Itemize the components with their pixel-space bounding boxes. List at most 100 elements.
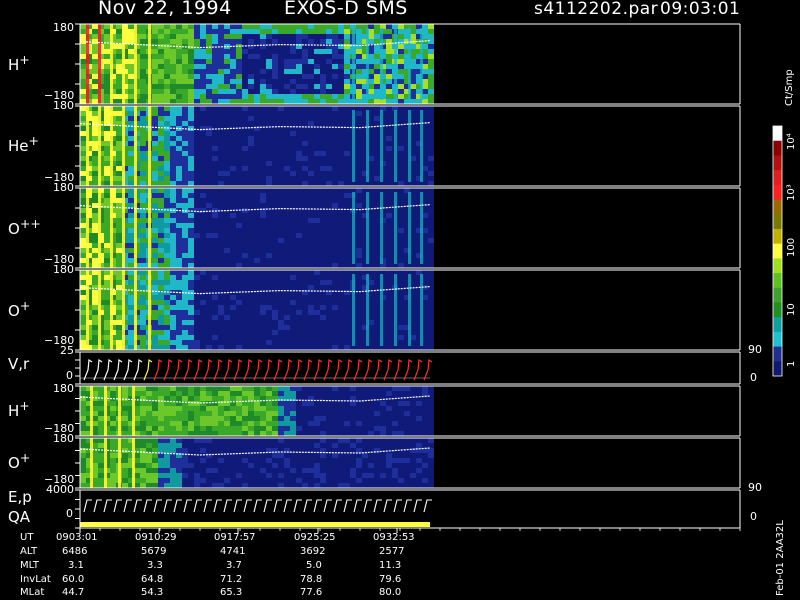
spectrogram-cell xyxy=(242,233,248,238)
spectrogram-cell xyxy=(266,171,272,176)
spectrogram-cell xyxy=(152,223,158,228)
spectrogram-cell xyxy=(320,24,326,29)
spectrogram-cell xyxy=(272,121,278,126)
spectrogram-cell xyxy=(386,300,392,305)
spectrogram-cell xyxy=(218,275,224,280)
spectrogram-cell xyxy=(374,203,380,208)
spectrogram-cell xyxy=(284,416,290,421)
spectrogram-cell xyxy=(164,270,170,275)
spectrogram-cell xyxy=(218,330,224,335)
spectrogram-cell xyxy=(398,248,404,253)
spectrogram-cell xyxy=(116,74,122,79)
spectrogram-cell xyxy=(314,64,320,69)
spectrogram-cell xyxy=(230,181,236,186)
spectrogram-cell xyxy=(176,116,182,121)
spectrogram-cell xyxy=(98,458,104,463)
spectrogram-cell xyxy=(218,99,224,104)
spectrogram-cell xyxy=(164,131,170,136)
spectrogram-cell xyxy=(128,258,134,263)
spectrogram-cell xyxy=(302,136,308,141)
spectrogram-cell xyxy=(374,330,380,335)
spectrogram-cell xyxy=(326,54,332,59)
spectrogram-cell xyxy=(224,166,230,171)
spectrogram-cell xyxy=(374,64,380,69)
spectrogram-cell xyxy=(110,391,116,396)
spectrogram-cell xyxy=(194,176,200,181)
spectrogram-cell xyxy=(242,54,248,59)
spectrogram-cell xyxy=(218,223,224,228)
spectrogram-cell xyxy=(194,478,200,483)
spectrogram-cell xyxy=(338,64,344,69)
spectrogram-cell xyxy=(290,156,296,161)
spectrogram-cell xyxy=(224,24,230,29)
spectrogram-cell xyxy=(422,426,428,431)
spectrogram-cell xyxy=(374,136,380,141)
spectrogram-cell xyxy=(146,391,152,396)
spectrogram-cell xyxy=(344,483,350,488)
spectrogram-cell xyxy=(170,270,176,275)
spectrogram-cell xyxy=(200,406,206,411)
spectrogram-cell xyxy=(332,171,338,176)
spectrogram-cell xyxy=(158,69,164,74)
spectrogram-cell xyxy=(338,193,344,198)
spectrogram-cell xyxy=(374,228,380,233)
spin-stripe xyxy=(98,270,101,350)
spectrogram-cell xyxy=(428,345,434,350)
spectrogram-cell xyxy=(170,458,176,463)
spectrogram-cell xyxy=(188,84,194,89)
spectrogram-cell xyxy=(326,116,332,121)
spectrogram-cell xyxy=(254,79,260,84)
spectrogram-cell xyxy=(152,416,158,421)
spin-stripe xyxy=(420,28,423,100)
spectrogram-cell xyxy=(320,203,326,208)
spectrogram-cell xyxy=(92,111,98,116)
spectrogram-cell xyxy=(116,320,122,325)
spectrogram-cell xyxy=(254,44,260,49)
spectrogram-cell xyxy=(302,340,308,345)
spectrogram-cell xyxy=(110,443,116,448)
spectrogram-cell xyxy=(176,463,182,468)
spectrogram-cell xyxy=(296,426,302,431)
spectrogram-cell xyxy=(152,253,158,258)
spectrogram-cell xyxy=(170,89,176,94)
spectrogram-cell xyxy=(176,156,182,161)
spectrogram-cell xyxy=(260,458,266,463)
spectrogram-cell xyxy=(92,320,98,325)
spectrogram-cell xyxy=(176,49,182,54)
spectrogram-cell xyxy=(182,478,188,483)
spectrogram-cell xyxy=(272,198,278,203)
spectrogram-cell xyxy=(158,453,164,458)
spectrogram-cell xyxy=(194,181,200,186)
spectrogram-cell xyxy=(206,325,212,330)
spectrogram-cell xyxy=(212,166,218,171)
spectrogram-cell xyxy=(308,34,314,39)
spectrogram-cell xyxy=(128,84,134,89)
spectrogram-cell xyxy=(236,285,242,290)
spectrogram-cell xyxy=(170,49,176,54)
spectrogram-cell xyxy=(284,121,290,126)
spectrogram-cell xyxy=(188,263,194,268)
spectrogram-cell xyxy=(272,176,278,181)
spectrogram-cell xyxy=(80,116,86,121)
spectrogram-cell xyxy=(230,305,236,310)
spectrogram-cell xyxy=(188,54,194,59)
spectrogram-cell xyxy=(164,421,170,426)
spectrogram-cell xyxy=(314,315,320,320)
spectrogram-cell xyxy=(332,54,338,59)
spectrogram-cell xyxy=(254,300,260,305)
spectrogram-cell xyxy=(188,193,194,198)
spectrogram-cell xyxy=(158,39,164,44)
spectrogram-cell xyxy=(158,111,164,116)
spectrogram-cell xyxy=(188,171,194,176)
spin-stripe xyxy=(122,270,125,350)
spectrogram-cell xyxy=(194,310,200,315)
spectrogram-cell xyxy=(428,258,434,263)
spectrogram-cell xyxy=(338,181,344,186)
spectrogram-cell xyxy=(176,181,182,186)
spectrogram-cell xyxy=(350,391,356,396)
spectrogram-cell xyxy=(248,44,254,49)
spectrogram-cell xyxy=(230,198,236,203)
spectrogram-cell xyxy=(302,198,308,203)
spectrogram-cell xyxy=(308,253,314,258)
spectrogram-cell xyxy=(128,171,134,176)
